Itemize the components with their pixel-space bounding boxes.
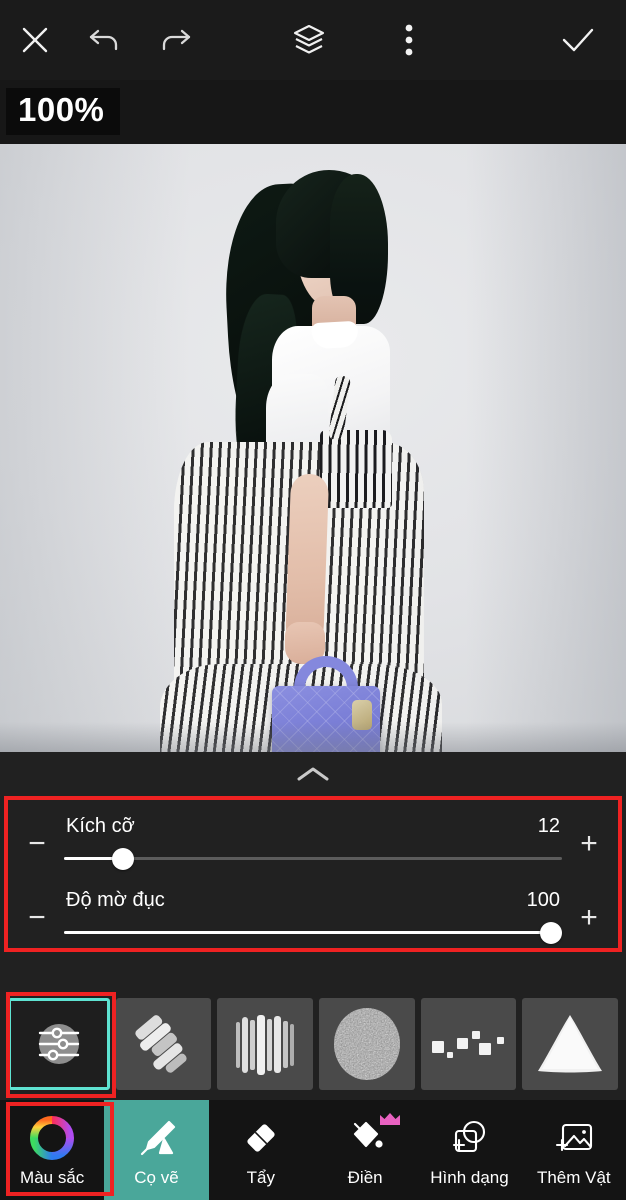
triangle-brush-icon bbox=[528, 1007, 612, 1081]
brush-preset-chalk-diagonal[interactable] bbox=[115, 998, 212, 1090]
size-slider-track[interactable] bbox=[64, 848, 562, 870]
brush-preset-streak-block[interactable] bbox=[217, 998, 314, 1090]
opacity-slider-value: 100 bbox=[526, 889, 560, 911]
brush-preset-noise-circle[interactable] bbox=[319, 998, 415, 1090]
slider-group: − Kích cỡ 12 + − Độ mờ đục 100 + bbox=[0, 796, 626, 950]
tool-shape-label: Hình dạng bbox=[430, 1167, 509, 1187]
tool-color-label: Màu sắc bbox=[20, 1167, 85, 1187]
apply-button[interactable] bbox=[530, 0, 626, 80]
paintbrush-icon bbox=[133, 1115, 179, 1161]
panel-collapse-handle[interactable] bbox=[0, 752, 626, 796]
brush-preset-triangle[interactable] bbox=[522, 998, 619, 1090]
sliders-icon bbox=[30, 1015, 88, 1073]
scatter-squares-icon bbox=[426, 1019, 512, 1069]
color-wheel-icon bbox=[29, 1115, 75, 1161]
layers-icon bbox=[289, 20, 329, 60]
more-vertical-icon bbox=[404, 23, 414, 57]
floor-line bbox=[0, 722, 626, 752]
photo-subject bbox=[0, 144, 626, 752]
size-decrease-button[interactable]: − bbox=[14, 818, 60, 870]
undo-icon bbox=[86, 23, 124, 57]
tool-brush-label: Cọ vẽ bbox=[134, 1167, 179, 1187]
tool-add-object-label: Thêm Vật bbox=[536, 1167, 611, 1187]
more-menu-button[interactable] bbox=[374, 0, 444, 80]
app-root: 100% − Kích cỡ 12 + − Độ mờ đục 100 + Mà… bbox=[0, 0, 626, 1200]
chevron-up-icon bbox=[293, 764, 333, 784]
brush-preset-settings[interactable] bbox=[8, 998, 110, 1090]
noise-circle-icon bbox=[328, 1005, 406, 1083]
opacity-slider-label: Độ mờ đục bbox=[66, 889, 165, 911]
tool-fill-label: Điền bbox=[347, 1167, 383, 1187]
eraser-icon bbox=[238, 1115, 284, 1161]
zoom-level-badge: 100% bbox=[6, 88, 121, 135]
add-image-icon bbox=[551, 1115, 597, 1161]
brush-preset-strip bbox=[0, 998, 626, 1094]
close-icon bbox=[18, 23, 52, 57]
top-toolbar bbox=[0, 0, 626, 80]
tool-fill[interactable]: Điền bbox=[313, 1100, 417, 1200]
size-slider-thumb[interactable] bbox=[111, 848, 134, 870]
tool-brush[interactable]: Cọ vẽ bbox=[104, 1100, 209, 1200]
slider-row-size: − Kích cỡ 12 + bbox=[0, 796, 626, 870]
tool-eraser-label: Tẩy bbox=[246, 1167, 275, 1187]
size-slider-label: Kích cỡ bbox=[66, 815, 135, 837]
opacity-increase-button[interactable]: + bbox=[566, 892, 612, 944]
tool-eraser[interactable]: Tẩy bbox=[209, 1100, 313, 1200]
bottom-toolbar: Màu sắc Cọ vẽ Tẩy Điền Hình dạng Thêm Vậ… bbox=[0, 1100, 626, 1200]
opacity-slider-thumb[interactable] bbox=[540, 922, 562, 944]
size-slider-value: 12 bbox=[537, 815, 560, 837]
redo-button[interactable] bbox=[140, 0, 210, 80]
redo-icon bbox=[156, 23, 194, 57]
add-shape-icon bbox=[446, 1115, 492, 1161]
opacity-slider-track[interactable] bbox=[64, 922, 562, 944]
tool-color[interactable]: Màu sắc bbox=[0, 1100, 104, 1200]
premium-crown-icon bbox=[379, 1112, 401, 1126]
canvas-area[interactable] bbox=[0, 144, 626, 752]
close-button[interactable] bbox=[0, 0, 70, 80]
dress-bib bbox=[320, 430, 392, 508]
tool-shape[interactable]: Hình dạng bbox=[417, 1100, 521, 1200]
undo-button[interactable] bbox=[70, 0, 140, 80]
tool-add-object[interactable]: Thêm Vật bbox=[522, 1100, 626, 1200]
size-increase-button[interactable]: + bbox=[566, 818, 612, 870]
brush-preset-scatter-squares[interactable] bbox=[420, 998, 517, 1090]
check-icon bbox=[559, 25, 597, 55]
opacity-decrease-button[interactable]: − bbox=[14, 892, 60, 944]
layers-button[interactable] bbox=[274, 0, 344, 80]
streak-brush-icon bbox=[222, 1006, 308, 1082]
slider-row-opacity: − Độ mờ đục 100 + bbox=[0, 870, 626, 944]
chalk-stroke-icon bbox=[122, 1002, 206, 1086]
